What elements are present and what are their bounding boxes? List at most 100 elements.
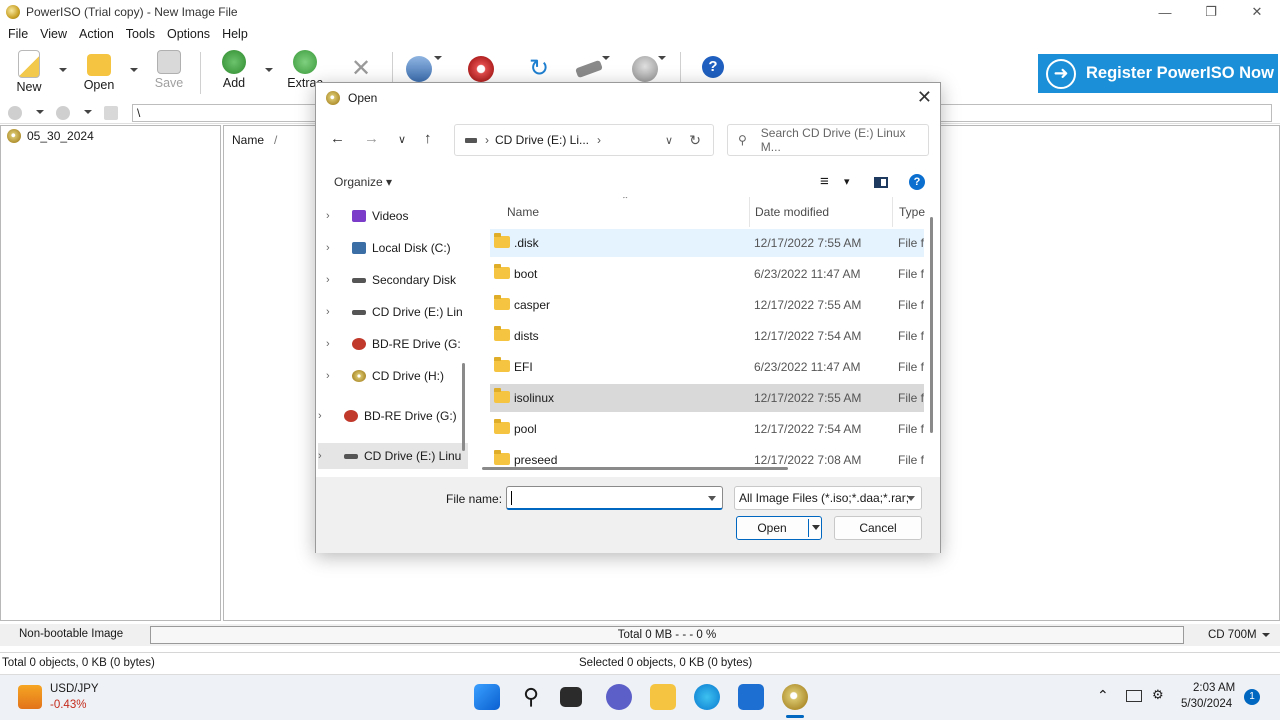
menu-help[interactable]: Help <box>216 27 254 41</box>
dialog-close-icon[interactable]: ✕ <box>917 87 932 108</box>
add-button[interactable]: Add <box>209 50 259 90</box>
file-type-filter-select[interactable]: All Image Files (*.iso;*.daa;*.rar; <box>734 486 922 510</box>
menu-tools[interactable]: Tools <box>120 27 161 41</box>
convert-icon[interactable]: ↻ <box>526 56 552 82</box>
file-row-dists[interactable]: dists 12/17/2022 7:54 AM File f <box>490 322 924 350</box>
type-column-header[interactable]: Type <box>899 205 925 219</box>
date-column-header[interactable]: Date modified <box>755 205 829 219</box>
forward-dropdown-arrow[interactable] <box>84 110 92 116</box>
save-button[interactable]: Save <box>144 50 194 90</box>
back-icon[interactable] <box>8 106 22 120</box>
open-options-dropdown-icon[interactable] <box>812 525 820 530</box>
expand-chevron-icon[interactable]: › <box>326 274 344 286</box>
file-row-efi[interactable]: EFI 6/23/2022 11:47 AM File f <box>490 353 924 381</box>
menu-action[interactable]: Action <box>73 27 120 41</box>
add-dropdown-arrow[interactable] <box>265 68 273 74</box>
mount-dropdown-arrow[interactable] <box>658 56 666 62</box>
clock-time[interactable]: 2:03 AM <box>1193 682 1235 694</box>
restore-button[interactable]: ❐ <box>1188 0 1234 24</box>
back-arrow-icon[interactable]: ← <box>330 130 345 147</box>
expand-chevron-icon[interactable]: › <box>318 410 336 422</box>
help-icon[interactable]: ? <box>702 56 724 78</box>
nav-item-cd-drive-e-selected[interactable]: › CD Drive (E:) Linu <box>318 443 468 469</box>
media-size-select[interactable]: CD 700M <box>1198 626 1276 644</box>
name-column-header[interactable]: Name <box>507 205 539 219</box>
register-button[interactable]: ➜ Register PowerISO Now <box>1038 54 1278 93</box>
display-icon[interactable] <box>1126 690 1142 702</box>
burn-icon[interactable] <box>468 56 494 82</box>
file-row-boot[interactable]: boot 6/23/2022 11:47 AM File f <box>490 260 924 288</box>
file-row-isolinux[interactable]: isolinux 12/17/2022 7:55 AM File f <box>490 384 924 412</box>
expand-chevron-icon[interactable]: › <box>326 306 344 318</box>
nav-item-videos[interactable]: › Videos <box>326 203 408 229</box>
file-list-vertical-scrollbar[interactable] <box>930 217 933 433</box>
forward-arrow-icon[interactable]: → <box>364 130 379 147</box>
name-column-header[interactable]: Name <box>232 133 264 147</box>
nav-item-cd-drive-h[interactable]: › CD Drive (H:) <box>326 363 444 389</box>
nav-item-local-disk[interactable]: › Local Disk (C:) <box>326 235 451 261</box>
back-dropdown-arrow[interactable] <box>36 110 44 116</box>
nav-item-bd-re-drive[interactable]: › BD-RE Drive (G: <box>326 331 461 357</box>
currency-widget-icon[interactable] <box>18 685 42 709</box>
expand-chevron-icon[interactable]: › <box>318 450 336 462</box>
mount-icon[interactable] <box>632 56 658 82</box>
view-options-icon[interactable]: ≡ <box>820 173 829 190</box>
menu-file[interactable]: File <box>2 27 34 41</box>
expand-chevron-icon[interactable]: › <box>326 210 344 222</box>
chevron-up-icon[interactable]: ⌃ <box>1097 687 1109 704</box>
open-button[interactable]: Open <box>736 516 822 540</box>
forward-icon[interactable] <box>56 106 70 120</box>
breadcrumb[interactable]: › CD Drive (E:) Li... › ∨ ↻ <box>454 124 714 156</box>
dialog-search-input[interactable]: ⚲ Search CD Drive (E:) Linux M... <box>727 124 929 156</box>
task-view-icon[interactable] <box>560 687 582 707</box>
file-row-disk[interactable]: .disk 12/17/2022 7:55 AM File f <box>490 229 924 257</box>
file-list-horizontal-scrollbar[interactable] <box>482 467 788 470</box>
usb-dropdown-arrow[interactable] <box>602 56 610 62</box>
file-row-casper[interactable]: casper 12/17/2022 7:55 AM File f <box>490 291 924 319</box>
open-dropdown-arrow[interactable] <box>130 68 138 74</box>
refresh-icon[interactable]: ↻ <box>689 132 701 149</box>
tree-root[interactable]: 05_30_2024 <box>7 129 94 143</box>
new-button[interactable]: New <box>4 50 54 94</box>
expand-chevron-icon[interactable]: › <box>326 338 344 350</box>
search-icon[interactable]: ⚲ <box>518 684 544 710</box>
expand-chevron-icon[interactable]: › <box>326 242 344 254</box>
view-dropdown-icon[interactable]: ▾ <box>844 175 850 188</box>
file-row-pool[interactable]: pool 12/17/2022 7:54 AM File f <box>490 415 924 443</box>
nav-item-cd-drive-e[interactable]: › CD Drive (E:) Lin <box>326 299 463 325</box>
start-icon[interactable] <box>474 684 500 710</box>
new-dropdown-arrow[interactable] <box>59 68 67 74</box>
up-folder-icon[interactable] <box>104 106 118 120</box>
cancel-button[interactable]: Cancel <box>834 516 922 540</box>
store-icon[interactable] <box>738 684 764 710</box>
minimize-button[interactable]: — <box>1142 0 1188 24</box>
notification-badge[interactable]: 1 <box>1244 689 1260 705</box>
recent-locations-chevron-icon[interactable]: ∨ <box>398 133 406 146</box>
preview-pane-icon[interactable] <box>874 177 888 188</box>
file-name-input[interactable] <box>506 486 723 510</box>
clock-date[interactable]: 5/30/2024 <box>1181 698 1232 710</box>
nav-item-bd-re-drive-g[interactable]: › BD-RE Drive (G:) <box>318 403 457 429</box>
usb-drive-icon[interactable] <box>575 59 603 79</box>
menu-view[interactable]: View <box>34 27 73 41</box>
teams-chat-icon[interactable] <box>606 684 632 710</box>
menu-options[interactable]: Options <box>161 27 216 41</box>
edge-browser-icon[interactable] <box>694 684 720 710</box>
delete-icon[interactable]: ✕ <box>348 56 374 82</box>
open-button[interactable]: Open <box>74 50 124 92</box>
help-icon[interactable]: ? <box>909 174 925 190</box>
close-button[interactable]: ✕ <box>1234 0 1280 24</box>
copy-dropdown-arrow[interactable] <box>434 56 442 62</box>
address-dropdown-icon[interactable]: ∨ <box>665 134 673 147</box>
copy-disc-icon[interactable] <box>406 56 432 82</box>
nav-pane-scrollbar[interactable] <box>462 363 465 451</box>
up-arrow-icon[interactable]: ↑ <box>424 130 432 147</box>
nav-item-secondary-disk[interactable]: › Secondary Disk <box>326 267 456 293</box>
organize-button[interactable]: Organize ▾ <box>334 175 392 189</box>
poweriso-taskbar-icon[interactable] <box>782 684 808 710</box>
boot-status[interactable]: Non-bootable Image <box>19 628 123 640</box>
file-name: isolinux <box>514 391 555 405</box>
file-explorer-icon[interactable] <box>650 684 676 710</box>
expand-chevron-icon[interactable]: › <box>326 370 344 382</box>
network-icon[interactable]: ⚙ <box>1152 687 1164 703</box>
